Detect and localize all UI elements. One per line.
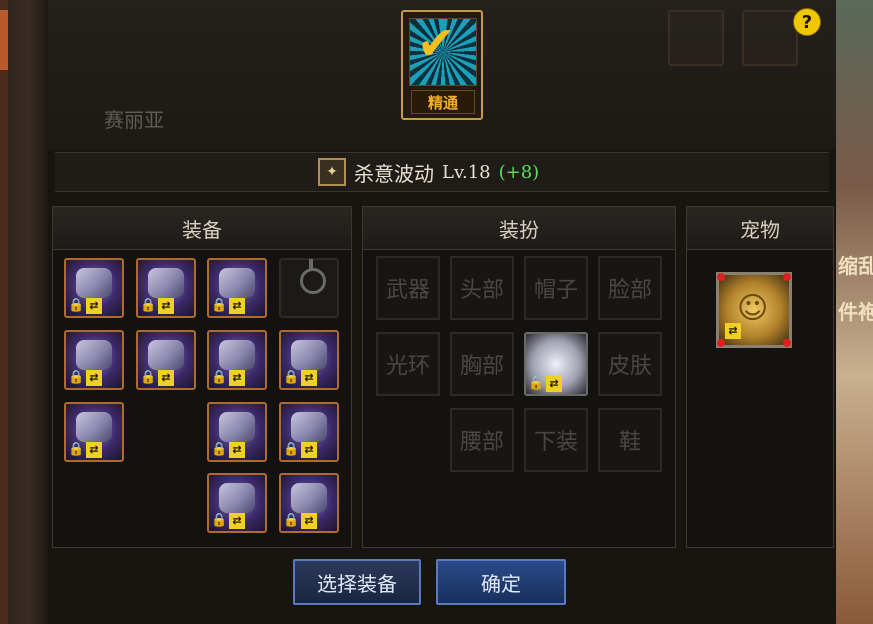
equipment-item-icon: [219, 340, 255, 370]
lock-icon: 🔒: [528, 376, 545, 391]
select-equipment-button[interactable]: 选择装备: [293, 559, 421, 605]
lock-icon: 🔒: [68, 442, 85, 457]
lock-icon: 🔒: [211, 370, 228, 385]
lock-icon: 🔒: [68, 370, 85, 385]
lock-icon: 🔒: [140, 370, 157, 385]
background-npc-name: 赛丽亚: [104, 108, 164, 132]
lock-icon: 🔒: [283, 442, 300, 457]
costume-slot-waist[interactable]: 腰部: [450, 408, 514, 472]
costume-slot-aura[interactable]: 光环: [376, 332, 440, 396]
equipment-slot[interactable]: 🔒 ⇄: [279, 473, 339, 533]
equipment-slot[interactable]: 🔒 ⇄: [279, 330, 339, 390]
swap-icon: ⇄: [86, 370, 102, 386]
swap-icon: ⇄: [158, 370, 174, 386]
equipment-slot[interactable]: 🔒 ⇄: [207, 402, 267, 462]
swap-icon: ⇄: [725, 323, 741, 339]
lock-icon: 🔒: [140, 298, 157, 313]
checkmark-icon: ✔: [417, 16, 456, 70]
background-right-strip: 缩乱 件袍: [836, 0, 873, 624]
equipment-item-icon: [291, 412, 327, 442]
mastery-badge: 精通: [411, 90, 475, 114]
swap-icon: ⇄: [229, 370, 245, 386]
equipment-slot[interactable]: 🔒 ⇄: [64, 258, 124, 318]
pet-panel: 宠物: [686, 206, 834, 548]
equipment-item-icon: [291, 483, 327, 513]
corner-gem: [783, 273, 791, 281]
background-right-text-1: 缩乱: [838, 254, 873, 278]
equipment-item-icon: [148, 268, 184, 298]
background-left-strip: [0, 0, 48, 624]
necklace-icon: [300, 259, 326, 294]
costume-slot-chest[interactable]: 胸部: [450, 332, 514, 396]
skill-small-icon: ✦: [318, 158, 346, 186]
costume-slot-hat[interactable]: 帽子: [524, 256, 588, 320]
costume-slot-top-equipped[interactable]: 🔒 ⇄: [524, 332, 588, 396]
costume-slot-head[interactable]: 头部: [450, 256, 514, 320]
skill-info: ✦ 杀意波动 Lv.18 (+8): [318, 156, 539, 188]
lock-icon: 🔒: [211, 298, 228, 313]
pet-panel-title: 宠物: [687, 207, 833, 250]
equipment-item-icon: [219, 268, 255, 298]
equipment-panel-title: 装备: [53, 207, 351, 250]
equipment-slot[interactable]: 🔒 ⇄: [64, 402, 124, 462]
equipment-item-icon: [148, 340, 184, 370]
help-button[interactable]: ?: [793, 8, 821, 36]
swap-icon: ⇄: [546, 376, 562, 392]
background-ghost-slot: [668, 10, 724, 66]
costume-slot-weapon[interactable]: 武器: [376, 256, 440, 320]
skill-level: Lv.18: [442, 161, 491, 183]
equipment-item-icon: [76, 268, 112, 298]
background-right-text-2: 件袍: [838, 300, 873, 324]
costume-slot-skin[interactable]: 皮肤: [598, 332, 662, 396]
equipment-slot[interactable]: 🔒 ⇄: [279, 402, 339, 462]
equipment-slot[interactable]: 🔒 ⇄: [64, 330, 124, 390]
swap-icon: ⇄: [86, 298, 102, 314]
costume-slot-pants[interactable]: 下装: [524, 408, 588, 472]
equipment-item-icon: [219, 412, 255, 442]
equipment-item-icon: [291, 340, 327, 370]
swap-icon: ⇄: [229, 513, 245, 529]
lock-icon: 🔒: [283, 513, 300, 528]
equipment-slot[interactable]: 🔒 ⇄: [207, 330, 267, 390]
equipment-slot[interactable]: 🔒 ⇄: [207, 473, 267, 533]
background-ghost-slot: [742, 10, 798, 66]
pet-slot[interactable]: ☺ ⇄: [716, 272, 792, 348]
skill-level-bonus: (+8): [498, 161, 540, 183]
swap-icon: ⇄: [229, 298, 245, 314]
swap-icon: ⇄: [158, 298, 174, 314]
equipment-item-icon: [76, 412, 112, 442]
skill-mastery-icon: ✔ 精通: [401, 10, 483, 120]
swap-icon: ⇄: [229, 442, 245, 458]
swap-icon: ⇄: [301, 370, 317, 386]
lock-icon: 🔒: [68, 298, 85, 313]
equipment-item-icon: [76, 340, 112, 370]
corner-gem: [717, 339, 725, 347]
lock-icon: 🔒: [211, 442, 228, 457]
equipment-slot[interactable]: 🔒 ⇄: [136, 330, 196, 390]
pet-icon: ☺: [737, 291, 769, 326]
costume-panel-title: 装扮: [363, 207, 675, 250]
swap-icon: ⇄: [86, 442, 102, 458]
corner-gem: [717, 273, 725, 281]
costume-slot-face[interactable]: 脸部: [598, 256, 662, 320]
equipment-slot[interactable]: 🔒 ⇄: [136, 258, 196, 318]
lock-icon: 🔒: [211, 513, 228, 528]
equipment-slot[interactable]: 🔒 ⇄: [207, 258, 267, 318]
confirm-button[interactable]: 确定: [436, 559, 566, 605]
corner-gem: [783, 339, 791, 347]
equipment-item-icon: [219, 483, 255, 513]
background-left-tab: [0, 10, 8, 70]
swap-icon: ⇄: [301, 442, 317, 458]
swap-icon: ⇄: [301, 513, 317, 529]
background-left-border: [0, 0, 8, 624]
costume-slot-shoes[interactable]: 鞋: [598, 408, 662, 472]
equipment-slot-empty[interactable]: [279, 258, 339, 318]
skill-name: 杀意波动: [354, 161, 434, 186]
lock-icon: 🔒: [283, 370, 300, 385]
